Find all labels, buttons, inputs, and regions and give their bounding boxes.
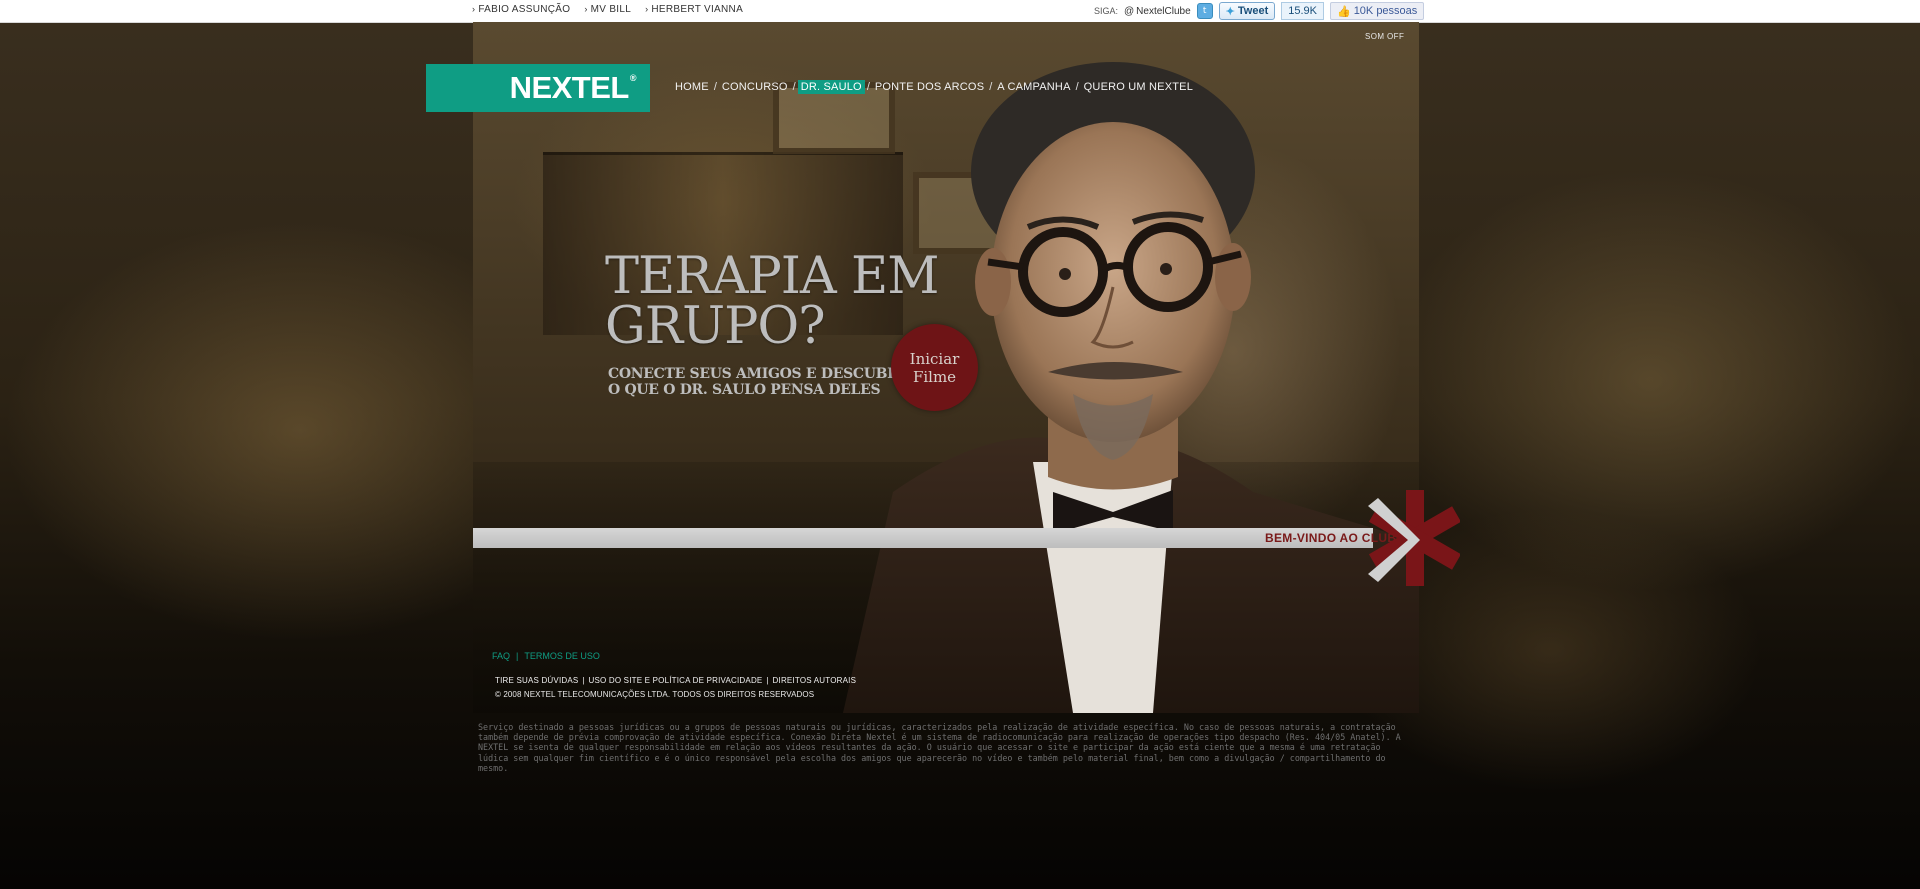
tweet-count: 15.9K [1281, 2, 1324, 20]
tweet-button[interactable]: ✦ Tweet [1218, 2, 1276, 20]
nav-separator: / [713, 81, 717, 93]
nav-ponte-dos-arcos[interactable]: PONTE DOS ARCOS [872, 80, 987, 94]
thumbs-up-icon: 👍 [1336, 5, 1351, 18]
nav-separator: / [1075, 81, 1079, 93]
top-bar: › FABIO ASSUNÇÃO › MV BILL › HERBERT VIANNA… [0, 0, 1920, 23]
chevron-right-icon: › [645, 4, 649, 14]
hero-headline: TERAPIA EM GRUPO? [605, 247, 939, 356]
nav-a-campanha[interactable]: A CAMPANHA [994, 80, 1073, 94]
nav-separator: / [866, 81, 870, 93]
at-icon: @ [1124, 5, 1135, 17]
help-link[interactable]: TIRE SUAS DÚVIDAS [495, 676, 578, 685]
copyright-text: © 2008 NEXTEL TELECOMUNICAÇÕES LTDA. TOD… [495, 690, 815, 699]
nav-quero-um-nextel[interactable]: QUERO UM NEXTEL [1081, 80, 1196, 94]
nav-separator: / [792, 81, 796, 93]
nextel-logo[interactable]: NEXTEL ® [426, 64, 650, 112]
nav-separator: / [989, 81, 993, 93]
copyright-link[interactable]: DIREITOS AUTORAIS [773, 676, 857, 685]
faq-links: FAQ | TERMOS DE USO [492, 651, 600, 661]
faq-link[interactable]: FAQ [492, 651, 510, 661]
facebook-like-button[interactable]: 👍 10K pessoas [1329, 2, 1425, 20]
social-bar: SIGA: @ NextelClube t ✦ Tweet 15.9K 👍 10K… [1094, 2, 1425, 20]
privacy-link[interactable]: USO DO SITE E POLÍTICA DE PRIVACIDADE [589, 676, 763, 685]
twitter-handle-link[interactable]: @ NextelClube [1124, 6, 1191, 17]
nav-concurso[interactable]: CONCURSO [719, 80, 791, 94]
main-nav: HOME / CONCURSO / DR. SAULO / PONTE DOS … [672, 80, 1196, 94]
link-separator: | [766, 676, 769, 685]
decorative-asterisk-icon [1368, 490, 1460, 586]
celeb-link-fabio[interactable]: › FABIO ASSUNÇÃO [472, 4, 570, 15]
celebrity-links: › FABIO ASSUNÇÃO › MV BILL › HERBERT VIANNA [472, 4, 743, 15]
chevron-right-icon: › [584, 4, 588, 14]
hero-subheadline: CONECTE SEUS AMIGOS E DESCUBRA O QUE O D… [608, 366, 910, 398]
twitter-bird-icon: ✦ [1225, 5, 1235, 18]
nav-home[interactable]: HOME [672, 80, 712, 94]
start-film-button[interactable]: Iniciar Filme [891, 324, 978, 411]
celeb-link-mvbill[interactable]: › MV BILL [584, 4, 631, 15]
welcome-banner [473, 528, 1373, 548]
terms-link[interactable]: TERMOS DE USO [524, 651, 600, 661]
link-separator: | [582, 676, 585, 685]
follow-label: SIGA: [1094, 6, 1119, 16]
sound-toggle[interactable]: SOM OFF [1365, 32, 1404, 41]
legal-disclaimer: Serviço destinado a pessoas jurídicas ou… [478, 722, 1401, 773]
nav-dr-saulo[interactable]: DR. SAULO [797, 80, 865, 94]
chevron-right-icon: › [472, 4, 476, 14]
twitter-bird-icon[interactable]: t [1196, 3, 1213, 19]
celeb-link-herbert[interactable]: › HERBERT VIANNA [645, 4, 743, 15]
legal-links: TIRE SUAS DÚVIDAS | USO DO SITE E POLÍTI… [495, 676, 856, 685]
link-separator: | [516, 651, 519, 661]
